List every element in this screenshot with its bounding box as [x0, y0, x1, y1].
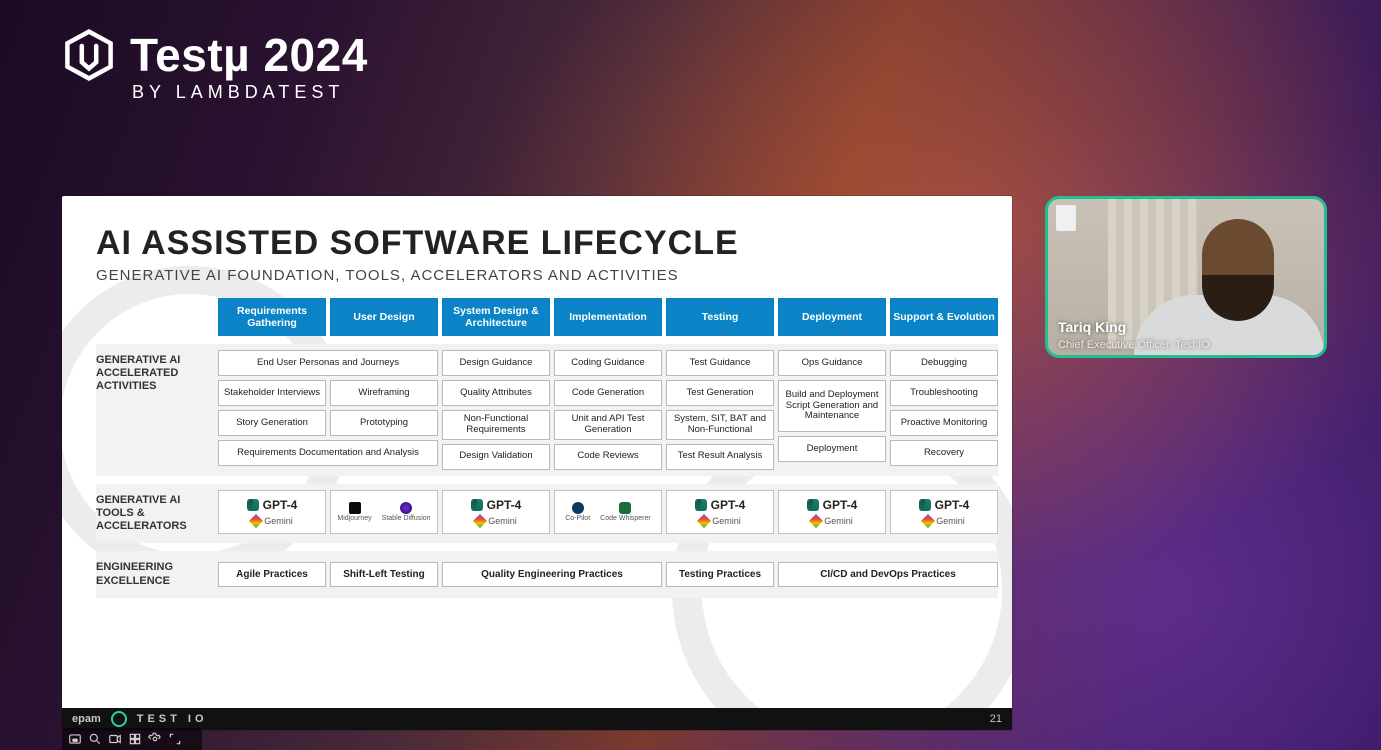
eng-testing: Testing Practices — [666, 562, 774, 587]
gemini-icon — [809, 514, 823, 528]
gemini-icon — [249, 514, 263, 528]
logo-hex-icon — [62, 28, 116, 82]
testio-ring-icon — [111, 711, 127, 727]
expand-icon[interactable] — [168, 732, 182, 746]
footer-brand-testio: TEST IO — [137, 713, 208, 725]
svg-text:cc: cc — [73, 737, 78, 742]
chip-req-doc: Requirements Documentation and Analysis — [218, 440, 438, 466]
gpt4-icon — [247, 499, 259, 511]
record-icon[interactable] — [108, 732, 122, 746]
gpt4-icon — [695, 499, 707, 511]
chip-nfr: Non-Functional Requirements — [442, 410, 550, 440]
tool-userdesign: Midjourney Stable Diffusion — [330, 490, 438, 534]
eng-quality: Quality Engineering Practices — [442, 562, 662, 587]
chip-ops-guidance: Ops Guidance — [778, 350, 886, 376]
speaker-video-pip[interactable]: Tariq King Chief Executive Officer, Test… — [1045, 196, 1327, 358]
tool-support: GPT-4 Gemini — [890, 490, 998, 534]
row-title-engineering: ENGINEERING EXCELLENCE — [96, 557, 214, 591]
col-head-deployment: Deployment — [778, 298, 886, 336]
chip-deployment: Deployment — [778, 436, 886, 462]
codewhisperer-icon — [619, 502, 631, 514]
col-head-system-design: System Design & Architecture — [442, 298, 550, 336]
chip-build-deploy: Build and Deployment Script Generation a… — [778, 380, 886, 432]
row-title-tools: GENERATIVE AI TOOLS & ACCELERATORS — [96, 490, 214, 538]
col-head-implementation: Implementation — [554, 298, 662, 336]
chip-stakeholder: Stakeholder Interviews — [218, 380, 326, 406]
settings-icon[interactable] — [148, 732, 162, 746]
section-activities: GENERATIVE AI ACCELERATED ACTIVITIES End… — [96, 344, 998, 476]
chip-design-validation: Design Validation — [442, 444, 550, 470]
gpt4-icon — [471, 499, 483, 511]
chip-code-gen: Code Generation — [554, 380, 662, 406]
tool-testing: GPT-4 Gemini — [666, 490, 774, 534]
tool-impl: Co-Pilot Code Whisperer — [554, 490, 662, 534]
chip-unit-api: Unit and API Test Generation — [554, 410, 662, 440]
chip-troubleshooting: Troubleshooting — [890, 380, 998, 406]
midjourney-icon — [349, 502, 361, 514]
eng-shiftleft: Shift-Left Testing — [330, 562, 438, 587]
chip-wireframing: Wireframing — [330, 380, 438, 406]
gpt4-icon — [919, 499, 931, 511]
gemini-icon — [921, 514, 935, 528]
col-head-requirements: Requirements Gathering — [218, 298, 326, 336]
speaker-title: Chief Executive Officer, Test IO — [1058, 339, 1210, 351]
chip-prototyping: Prototyping — [330, 410, 438, 436]
lifecycle-grid: Requirements Gathering User Design Syste… — [96, 298, 978, 598]
event-logo: Testµ 2024 BY LAMBDATEST — [62, 28, 368, 103]
footer-page-number: 21 — [990, 713, 1002, 725]
cc-icon[interactable]: cc — [68, 732, 82, 746]
col-head-testing: Testing — [666, 298, 774, 336]
chip-test-guidance: Test Guidance — [666, 350, 774, 376]
chip-coding-guidance: Coding Guidance — [554, 350, 662, 376]
chip-design-guidance: Design Guidance — [442, 350, 550, 376]
tool-sysdesign: GPT-4 Gemini — [442, 490, 550, 534]
chip-code-reviews: Code Reviews — [554, 444, 662, 470]
chip-debugging: Debugging — [890, 350, 998, 376]
footer-brand-epam: epam — [72, 713, 101, 725]
chip-result-analysis: Test Result Analysis — [666, 444, 774, 470]
presentation-stage: Testµ 2024 BY LAMBDATEST Tariq King Chie… — [0, 0, 1381, 750]
stablediffusion-icon — [400, 502, 412, 514]
viewer-toolbar: cc — [62, 728, 202, 750]
slide-title: AI ASSISTED SOFTWARE LIFECYCLE — [96, 224, 978, 263]
event-subtitle: BY LAMBDATEST — [132, 82, 368, 103]
zoom-icon[interactable] — [88, 732, 102, 746]
tool-deploy: GPT-4 Gemini — [778, 490, 886, 534]
chip-monitoring: Proactive Monitoring — [890, 410, 998, 436]
col-head-support: Support & Evolution — [890, 298, 998, 336]
gemini-icon — [473, 514, 487, 528]
speaker-name: Tariq King — [1058, 319, 1126, 335]
section-tools: GENERATIVE AI TOOLS & ACCELERATORS GPT-4… — [96, 484, 998, 544]
col-head-user-design: User Design — [330, 298, 438, 336]
grid-icon[interactable] — [128, 732, 142, 746]
eng-cicd: CI/CD and DevOps Practices — [778, 562, 998, 587]
gemini-icon — [697, 514, 711, 528]
presentation-slide: AI ASSISTED SOFTWARE LIFECYCLE GENERATIV… — [62, 196, 1012, 730]
slide-subtitle: GENERATIVE AI FOUNDATION, TOOLS, ACCELER… — [96, 267, 978, 284]
event-title: Testµ 2024 — [130, 28, 368, 82]
row-title-activities: GENERATIVE AI ACCELERATED ACTIVITIES — [96, 350, 214, 398]
tool-req: GPT-4 Gemini — [218, 490, 326, 534]
copilot-icon — [572, 502, 584, 514]
section-engineering: ENGINEERING EXCELLENCE Agile Practices S… — [96, 551, 998, 597]
chip-test-gen: Test Generation — [666, 380, 774, 406]
chip-recovery: Recovery — [890, 440, 998, 466]
chip-quality-attr: Quality Attributes — [442, 380, 550, 406]
chip-sit-bat: System, SIT, BAT and Non-Functional — [666, 410, 774, 440]
slide-footer: epam TEST IO 21 — [62, 708, 1012, 730]
gpt4-icon — [807, 499, 819, 511]
chip-personas: End User Personas and Journeys — [218, 350, 438, 376]
chip-story: Story Generation — [218, 410, 326, 436]
eng-agile: Agile Practices — [218, 562, 326, 587]
